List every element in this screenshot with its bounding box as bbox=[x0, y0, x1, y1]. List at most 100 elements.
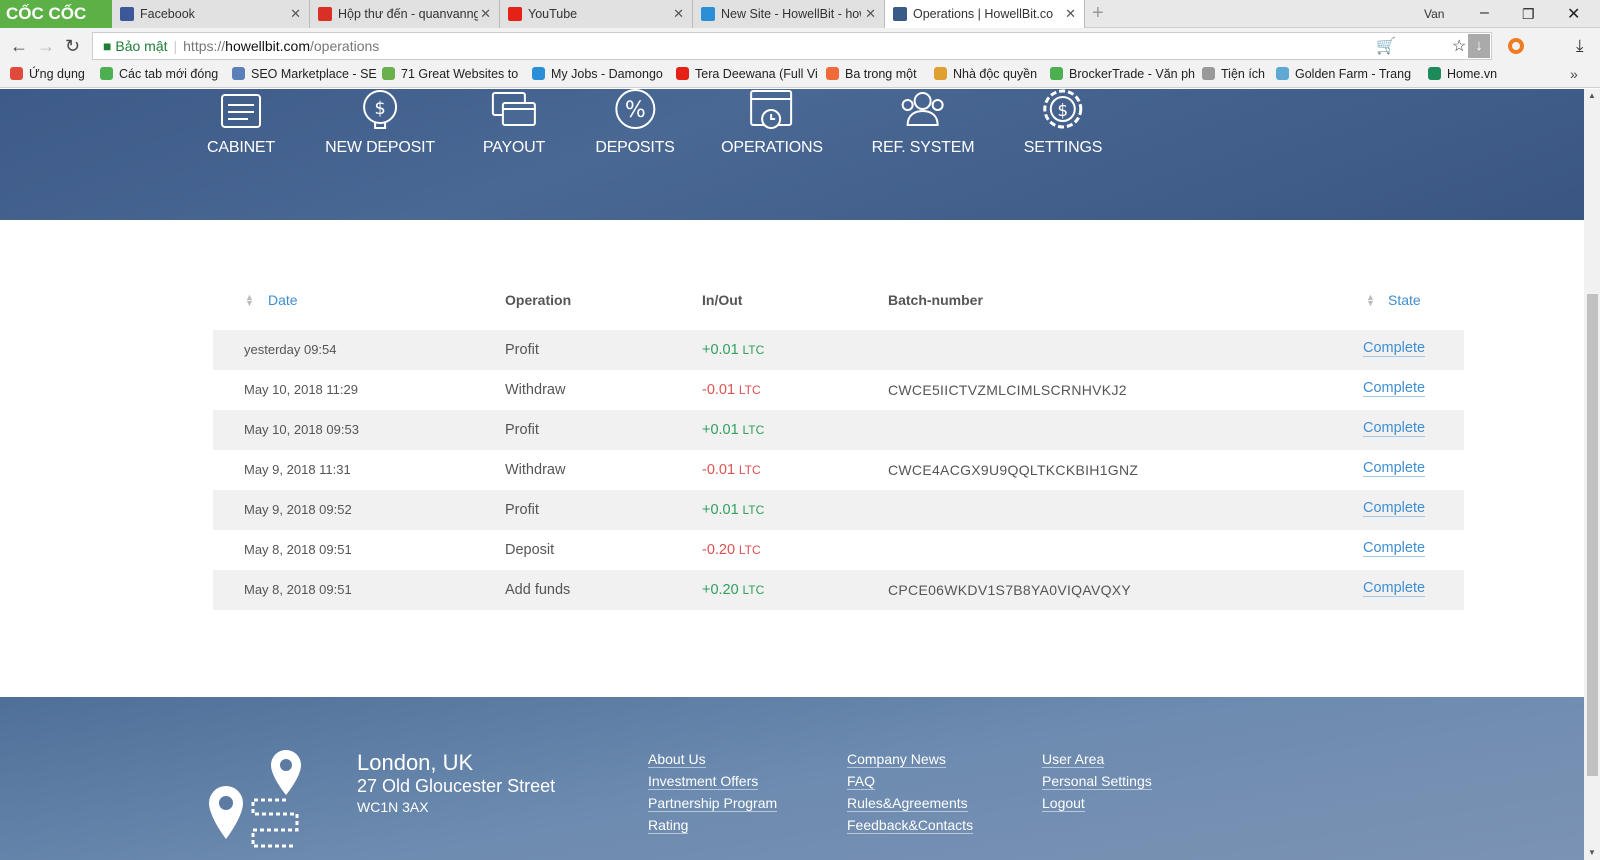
amount-value: +0.01 bbox=[702, 342, 739, 358]
bookmark-label: Nhà độc quyền bbox=[953, 67, 1038, 81]
scroll-up-icon[interactable]: ▲ bbox=[1588, 91, 1596, 100]
dollar-gear-icon: $ bbox=[1043, 89, 1083, 129]
footer-street: 27 Old Gloucester Street bbox=[357, 776, 556, 796]
scrollbar-thumb[interactable] bbox=[1587, 294, 1598, 776]
footer-link[interactable]: Rating bbox=[648, 817, 689, 834]
footer-link[interactable]: Company News bbox=[847, 751, 946, 768]
back-icon[interactable]: ← bbox=[10, 36, 28, 57]
gmail-icon bbox=[318, 7, 332, 21]
bookmark[interactable]: Golden Farm - Trang bbox=[1276, 67, 1411, 81]
downloads-icon[interactable]: ⤓ bbox=[1576, 36, 1584, 56]
forward-icon[interactable]: → bbox=[37, 36, 55, 57]
browser-tab[interactable]: YouTube ✕ bbox=[500, 0, 693, 28]
restore-icon[interactable]: ❐ bbox=[1522, 6, 1535, 23]
bookmark-label: Ứng dụng bbox=[29, 67, 85, 81]
cart-icon[interactable]: 🛒 bbox=[1376, 36, 1396, 56]
bookmark[interactable]: Tera Deewana (Full Vi bbox=[676, 67, 818, 81]
state-link[interactable]: Complete bbox=[1363, 540, 1426, 557]
bookmark[interactable]: BrockerTrade - Văn ph bbox=[1050, 67, 1195, 81]
amount-value: +0.01 bbox=[702, 422, 739, 438]
column-header-state[interactable]: State bbox=[1388, 292, 1421, 308]
nav-ref-system[interactable]: REF. SYSTEM bbox=[872, 89, 975, 199]
url-scheme: https:// bbox=[183, 38, 226, 54]
close-tab-icon[interactable]: ✕ bbox=[1065, 6, 1076, 22]
footer-link[interactable]: Feedback&Contacts bbox=[847, 817, 974, 834]
state-link[interactable]: Complete bbox=[1363, 420, 1426, 437]
bookmark-label: Tiện ích bbox=[1221, 67, 1266, 81]
table-row: May 10, 2018 09:53 Profit +0.01 LTC Complet… bbox=[213, 410, 1464, 450]
state-link[interactable]: Complete bbox=[1363, 380, 1426, 397]
state-link[interactable]: Complete bbox=[1363, 580, 1426, 597]
sort-icon[interactable]: ▲ ▼ bbox=[1366, 293, 1375, 308]
bookmark[interactable]: Tiện ích bbox=[1202, 67, 1265, 81]
download-page-icon[interactable]: ↓ bbox=[1468, 34, 1490, 58]
scroll-down-icon[interactable]: ▼ bbox=[1588, 848, 1596, 857]
footer-link[interactable]: User Area bbox=[1042, 751, 1105, 768]
bookmark[interactable]: Ba trong một bbox=[826, 67, 917, 81]
close-tab-icon[interactable]: ✕ bbox=[865, 6, 876, 22]
nav-deposits[interactable]: % DEPOSITS bbox=[595, 89, 675, 199]
minimize-icon[interactable]: – bbox=[1480, 4, 1489, 22]
cell-operation: Profit bbox=[505, 342, 539, 358]
table-row: May 8, 2018 09:51 Deposit -0.20 LTC Complet… bbox=[213, 530, 1464, 570]
new-tab-button[interactable]: + bbox=[1092, 2, 1104, 25]
browser-tab[interactable]: Hộp thư đến - quanvanng ✕ bbox=[310, 0, 500, 28]
footer-link[interactable]: Rules&Agreements bbox=[847, 795, 968, 812]
currency: LTC bbox=[738, 543, 761, 557]
address-bar[interactable]: ■ Bảo mật | https://howellbit.com/operatio… bbox=[92, 32, 1492, 60]
bookmark[interactable]: Nhà độc quyền bbox=[934, 67, 1037, 81]
footer-link[interactable]: FAQ bbox=[847, 773, 876, 790]
state-link[interactable]: Complete bbox=[1363, 500, 1426, 517]
bookmark[interactable]: SEO Marketplace - SE bbox=[232, 67, 377, 81]
calendar-clock-icon bbox=[749, 90, 792, 129]
nav-payout[interactable]: PAYOUT bbox=[483, 89, 545, 199]
cell-date: May 9, 2018 09:52 bbox=[244, 502, 352, 517]
state-link[interactable]: Complete bbox=[1363, 460, 1426, 477]
state-link[interactable]: Complete bbox=[1363, 340, 1426, 357]
browser-logo[interactable]: CỐC CỐC bbox=[0, 0, 112, 28]
cell-date: May 9, 2018 11:31 bbox=[244, 462, 351, 477]
cell-operation: Deposit bbox=[505, 542, 555, 558]
nav-settings[interactable]: $ SETTINGS bbox=[1024, 89, 1102, 199]
bookmark[interactable]: 71 Great Websites to bbox=[382, 67, 518, 81]
profile-name[interactable]: Van bbox=[1424, 7, 1444, 21]
nav-new-deposit[interactable]: $ NEW DEPOSIT bbox=[325, 89, 435, 199]
column-header-date[interactable]: Date bbox=[268, 292, 298, 308]
close-tab-icon[interactable]: ✕ bbox=[673, 6, 684, 22]
svg-text:$: $ bbox=[374, 98, 385, 119]
close-tab-icon[interactable]: ✕ bbox=[290, 6, 301, 22]
users-icon bbox=[902, 92, 944, 126]
sort-icon[interactable]: ▲ ▼ bbox=[245, 293, 254, 308]
lock-icon: ■ bbox=[103, 38, 112, 54]
nav-operations[interactable]: OPERATIONS bbox=[721, 89, 823, 199]
amount-value: -0.20 bbox=[702, 542, 736, 558]
reload-icon[interactable]: ↻ bbox=[65, 36, 80, 57]
browser-tab[interactable]: Facebook ✕ bbox=[112, 0, 310, 28]
footer-link[interactable]: Partnership Program bbox=[648, 795, 778, 812]
cell-amount: -0.01 LTC bbox=[702, 462, 761, 478]
more-bookmarks-icon[interactable]: » bbox=[1570, 66, 1578, 82]
extension-icon[interactable] bbox=[1508, 38, 1524, 54]
nav-cabinet[interactable]: CABINET bbox=[207, 89, 275, 199]
bookmark-icon bbox=[826, 67, 839, 80]
close-window-icon[interactable]: ✕ bbox=[1567, 4, 1580, 24]
amount-value: -0.01 bbox=[702, 462, 736, 478]
bookmark[interactable]: Home.vn bbox=[1428, 67, 1497, 81]
footer-link[interactable]: Personal Settings bbox=[1042, 773, 1152, 790]
footer-link[interactable]: About Us bbox=[648, 751, 706, 768]
cell-operation: Profit bbox=[505, 422, 539, 438]
bookmark[interactable]: Ứng dụng bbox=[10, 67, 85, 81]
close-tab-icon[interactable]: ✕ bbox=[480, 6, 491, 22]
bookmark-icon bbox=[382, 67, 395, 80]
nav-label: PAYOUT bbox=[482, 139, 546, 156]
browser-tab[interactable]: Operations | HowellBit.com ✕ bbox=[885, 0, 1085, 29]
bookmark-label: Các tab mới đóng bbox=[119, 67, 219, 81]
browser-tab[interactable]: New Site - HowellBit - how ✕ bbox=[693, 0, 885, 28]
footer-link[interactable]: Investment Offers bbox=[648, 773, 759, 790]
bookmark[interactable]: My Jobs - Damongo bbox=[532, 67, 663, 81]
star-icon[interactable]: ☆ bbox=[1452, 36, 1466, 56]
bookmark[interactable]: Các tab mới đóng bbox=[100, 67, 218, 81]
nav-label: OPERATIONS bbox=[721, 139, 823, 156]
tab-title: Operations | HowellBit.com bbox=[913, 7, 1053, 21]
footer-link[interactable]: Logout bbox=[1042, 795, 1085, 812]
